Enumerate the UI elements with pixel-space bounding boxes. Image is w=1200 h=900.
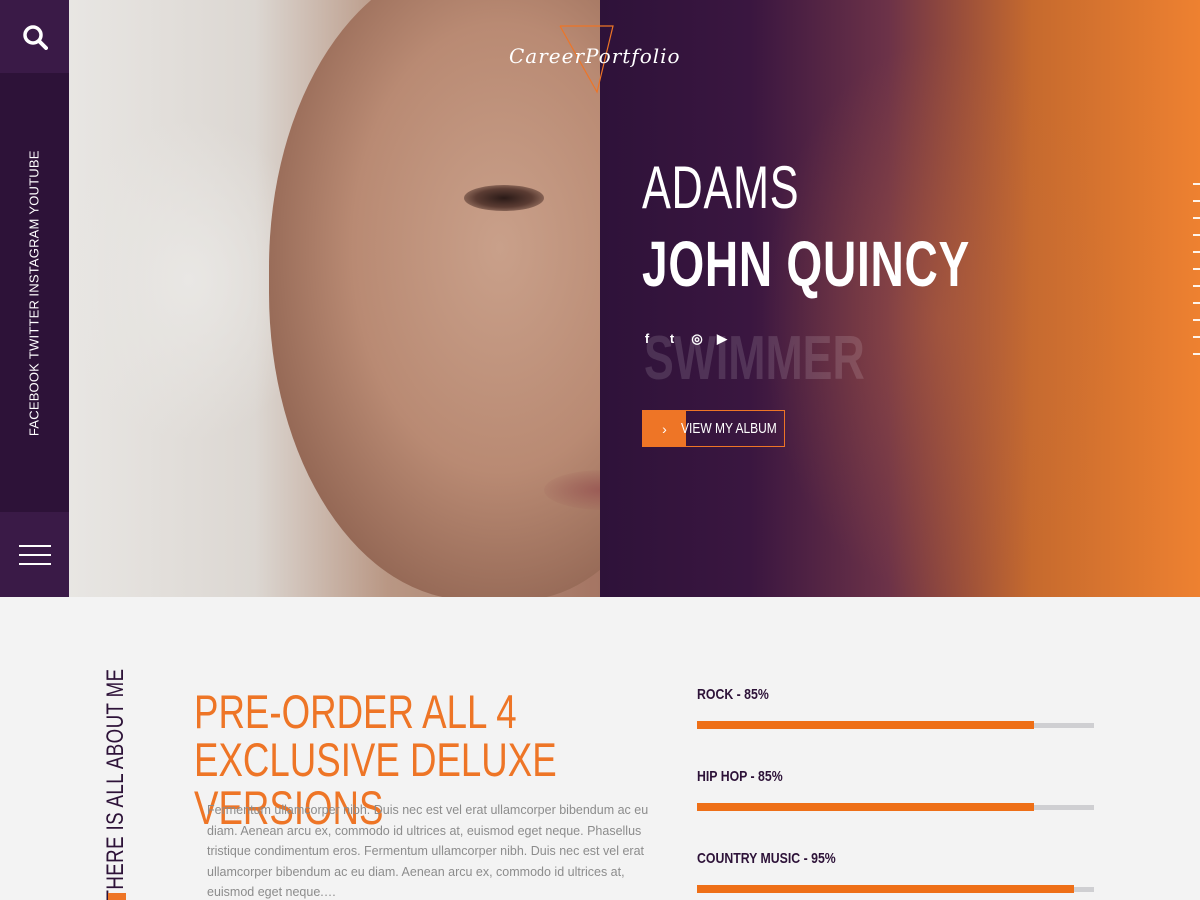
slider-dot[interactable] — [1193, 217, 1200, 219]
left-sidebar: YOUTUBE INSTAGRAM TWITTER FACEBOOK — [0, 0, 69, 597]
skill-progress-fill — [697, 803, 1035, 811]
skill-progress-track — [697, 885, 1094, 893]
youtube-icon[interactable]: ▶ — [715, 331, 729, 347]
skill-progress-fill — [697, 721, 1035, 729]
chevron-right-icon: › — [643, 411, 686, 446]
skill-label: ROCK - 85% — [697, 686, 769, 703]
logo-text: CareerPortfolio — [509, 44, 681, 68]
skill-label: COUNTRY MUSIC - 95% — [697, 850, 836, 867]
sidebar-link-facebook[interactable]: FACEBOOK — [27, 363, 42, 436]
slider-dot[interactable] — [1193, 268, 1200, 270]
overlay-face-shade — [760, 40, 1120, 597]
skill-item: HIP HOP - 85% — [697, 768, 1094, 850]
skill-progress-fill — [697, 885, 1075, 893]
about-section-vertical-title: THERE IS ALL ABOUT ME — [102, 668, 129, 900]
slider-dot[interactable] — [1193, 234, 1200, 236]
about-body-text: Fermentum ullamcorper nibh. Duis nec est… — [207, 803, 649, 899]
view-album-button[interactable]: › VIEW MY ALBUM — [642, 410, 785, 447]
slider-dot[interactable] — [1193, 319, 1200, 321]
slider-dot[interactable] — [1193, 285, 1200, 287]
sidebar-link-twitter[interactable]: TWITTER — [27, 300, 42, 359]
menu-button[interactable] — [0, 512, 69, 597]
skills-list: ROCK - 85% HIP HOP - 85% COUNTRY MUSIC -… — [697, 686, 1094, 900]
sidebar-social-links: YOUTUBE INSTAGRAM TWITTER FACEBOOK — [0, 150, 69, 440]
hero-section: YOUTUBE INSTAGRAM TWITTER FACEBOOK Caree… — [0, 0, 1200, 597]
hero-last-name: JOHN QUINCY — [642, 228, 970, 300]
site-logo[interactable]: CareerPortfolio — [505, 22, 695, 94]
search-icon — [22, 24, 48, 50]
skill-item: ROCK - 85% — [697, 686, 1094, 768]
search-button[interactable] — [0, 0, 69, 73]
slider-dot[interactable] — [1193, 183, 1200, 185]
skill-progress-track — [697, 721, 1094, 729]
slider-dot[interactable] — [1193, 200, 1200, 202]
skill-progress-track — [697, 803, 1094, 811]
sidebar-link-instagram[interactable]: INSTAGRAM — [27, 218, 42, 296]
instagram-icon[interactable]: ◎ — [690, 331, 704, 347]
slider-dot[interactable] — [1193, 353, 1200, 355]
twitter-icon[interactable]: t — [665, 331, 679, 347]
hamburger-menu-icon — [18, 538, 51, 572]
slider-pagination[interactable] — [1193, 183, 1200, 370]
sidebar-link-youtube[interactable]: YOUTUBE — [27, 150, 42, 214]
portrait-eye — [464, 185, 544, 211]
facebook-icon[interactable]: f — [640, 331, 654, 347]
slider-dot[interactable] — [1193, 251, 1200, 253]
slider-dot[interactable] — [1193, 336, 1200, 338]
hero-first-name: ADAMS — [642, 154, 800, 221]
title-accent-bar — [108, 893, 126, 900]
skill-item: COUNTRY MUSIC - 95% — [697, 850, 1094, 900]
slider-dot[interactable] — [1193, 302, 1200, 304]
hero-social-icons: f t ◎ ▶ — [640, 331, 729, 347]
view-album-label: VIEW MY ALBUM — [681, 420, 777, 437]
skill-label: HIP HOP - 85% — [697, 768, 783, 785]
